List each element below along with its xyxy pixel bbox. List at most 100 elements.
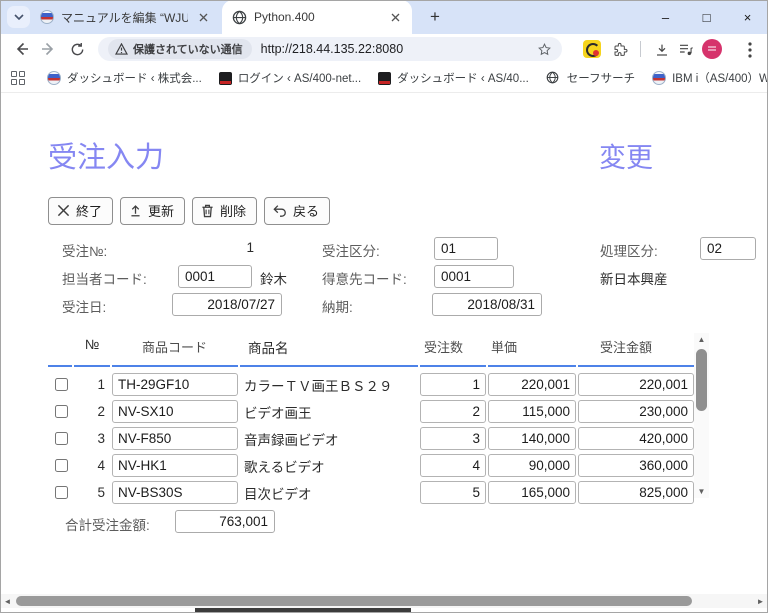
bookmark-dashboard-as400[interactable]: ダッシュボード ‹ AS/40... (378, 70, 529, 86)
order-table-rows: 1 カラーＴＶ画王ＢＳ２９ 2 ビデオ画王 3 音声録画ビデオ 4 (48, 371, 694, 506)
due-date-input[interactable] (432, 293, 542, 316)
amount-input[interactable] (578, 454, 694, 477)
horizontal-scrollbar[interactable]: ◄ ► (1, 594, 767, 608)
row-checkbox[interactable] (55, 432, 68, 445)
row-checkbox[interactable] (55, 378, 68, 391)
minimize-button[interactable]: – (645, 0, 686, 34)
row-checkbox[interactable] (55, 486, 68, 499)
security-chip[interactable]: 保護されていない通信 (108, 39, 252, 59)
unit-price-input[interactable] (488, 400, 576, 423)
product-code-input[interactable] (112, 400, 238, 423)
apps-grid-icon[interactable] (11, 71, 25, 85)
delete-button[interactable]: 削除 (192, 197, 257, 225)
quantity-input[interactable] (420, 427, 486, 450)
downloads-icon[interactable] (652, 40, 672, 60)
order-date-input[interactable] (172, 293, 282, 316)
unit-price-input[interactable] (488, 481, 576, 504)
browser-toolbar: 保護されていない通信 http://218.44.135.22:8080 (0, 34, 768, 64)
table-scrollbar[interactable]: ▲ ▼ (694, 333, 709, 498)
order-type-input[interactable] (434, 237, 498, 260)
quantity-input[interactable] (420, 373, 486, 396)
maximize-button[interactable]: □ (686, 0, 727, 34)
unit-price-input[interactable] (488, 454, 576, 477)
scroll-down-icon[interactable]: ▼ (694, 485, 709, 498)
table-header-row: № 商品コード 商品名 受注数 単価 受注金額 (48, 333, 694, 367)
forward-icon[interactable] (38, 38, 60, 60)
row-no: 1 (74, 377, 110, 392)
amount-input[interactable] (578, 400, 694, 423)
address-bar[interactable]: 保護されていない通信 http://218.44.135.22:8080 (98, 37, 562, 61)
close-icon (57, 204, 70, 217)
quantity-input[interactable] (420, 481, 486, 504)
row-no: 2 (74, 404, 110, 419)
back-button-label: 戻る (293, 201, 319, 220)
product-code-input[interactable] (112, 373, 238, 396)
update-button[interactable]: 更新 (120, 197, 185, 225)
extension-colorzilla-icon[interactable] (583, 40, 601, 58)
tab-search-button[interactable] (7, 6, 30, 28)
back-icon[interactable] (10, 38, 32, 60)
chevron-down-icon (14, 14, 24, 20)
tab-manual-edit[interactable]: マニュアルを編集 “WJUCHU:受注 (30, 0, 220, 34)
process-type-input[interactable] (700, 237, 756, 260)
header-amount: 受注金額 (578, 333, 694, 367)
product-code-input[interactable] (112, 427, 238, 450)
total-amount-input[interactable] (175, 510, 275, 533)
reading-list-icon[interactable] (676, 40, 696, 60)
bookmark-safesearch[interactable]: セーフサーチ (546, 70, 635, 86)
new-tab-button[interactable]: + (424, 6, 446, 28)
reload-icon[interactable] (66, 38, 88, 60)
row-checkbox[interactable] (55, 459, 68, 472)
hscrollbar-thumb[interactable] (16, 596, 692, 606)
tab-close-icon[interactable] (387, 9, 404, 26)
amount-input[interactable] (578, 373, 694, 396)
unit-price-input[interactable] (488, 427, 576, 450)
order-date-label: 受注日: (62, 296, 106, 316)
close-button[interactable]: × (727, 0, 768, 34)
header-quantity: 受注数 (420, 333, 486, 367)
customer-code-label: 得意先コード: (322, 268, 407, 288)
terminal-favicon-icon (378, 72, 391, 85)
staff-code-input[interactable] (178, 265, 252, 288)
order-no-value: 1 (172, 240, 254, 255)
menu-dots-icon[interactable] (740, 40, 760, 60)
security-chip-label: 保護されていない通信 (133, 41, 243, 57)
globe-favicon-icon (546, 71, 561, 86)
undo-icon (273, 204, 287, 217)
profile-avatar[interactable] (702, 39, 722, 59)
bookmark-label: ログイン ‹ AS/400-net... (238, 70, 361, 86)
scroll-left-icon[interactable]: ◄ (1, 594, 14, 608)
extensions-puzzle-icon[interactable] (610, 40, 630, 60)
back-button[interactable]: 戻る (264, 197, 330, 225)
scrollbar-thumb[interactable] (696, 349, 707, 411)
action-bar: 終了 更新 削除 戻る (48, 197, 330, 225)
tab-python400[interactable]: Python.400 (222, 0, 412, 34)
update-button-label: 更新 (148, 201, 174, 220)
amount-input[interactable] (578, 427, 694, 450)
quantity-input[interactable] (420, 400, 486, 423)
amount-input[interactable] (578, 481, 694, 504)
product-code-input[interactable] (112, 481, 238, 504)
header-product-name: 商品名 (240, 333, 418, 367)
exit-button[interactable]: 終了 (48, 197, 113, 225)
bookmark-dashboard-kk[interactable]: ダッシュボード ‹ 株式会... (47, 70, 202, 86)
bookmark-star-icon[interactable] (537, 42, 552, 57)
bookmark-label: IBM i（AS/400）We... (672, 70, 768, 86)
tab-strip: マニュアルを編集 “WJUCHU:受注 Python.400 + – □ × (0, 0, 768, 34)
exit-button-label: 終了 (76, 201, 102, 220)
page-title: 受注入力 (48, 134, 164, 176)
product-code-input[interactable] (112, 454, 238, 477)
quantity-input[interactable] (420, 454, 486, 477)
staff-code-label: 担当者コード: (62, 268, 147, 288)
scroll-right-icon[interactable]: ► (754, 594, 767, 608)
tab-close-icon[interactable] (195, 9, 212, 26)
url-text[interactable]: http://218.44.135.22:8080 (261, 42, 533, 56)
scroll-up-icon[interactable]: ▲ (694, 333, 709, 346)
bookmark-ibmi[interactable]: IBM i（AS/400）We... (652, 70, 768, 86)
bookmark-label: ダッシュボード ‹ AS/40... (397, 70, 529, 86)
bookmark-login-as400[interactable]: ログイン ‹ AS/400-net... (219, 70, 361, 86)
row-checkbox[interactable] (55, 405, 68, 418)
customer-code-input[interactable] (434, 265, 514, 288)
tab-title: Python.400 (254, 10, 380, 24)
unit-price-input[interactable] (488, 373, 576, 396)
